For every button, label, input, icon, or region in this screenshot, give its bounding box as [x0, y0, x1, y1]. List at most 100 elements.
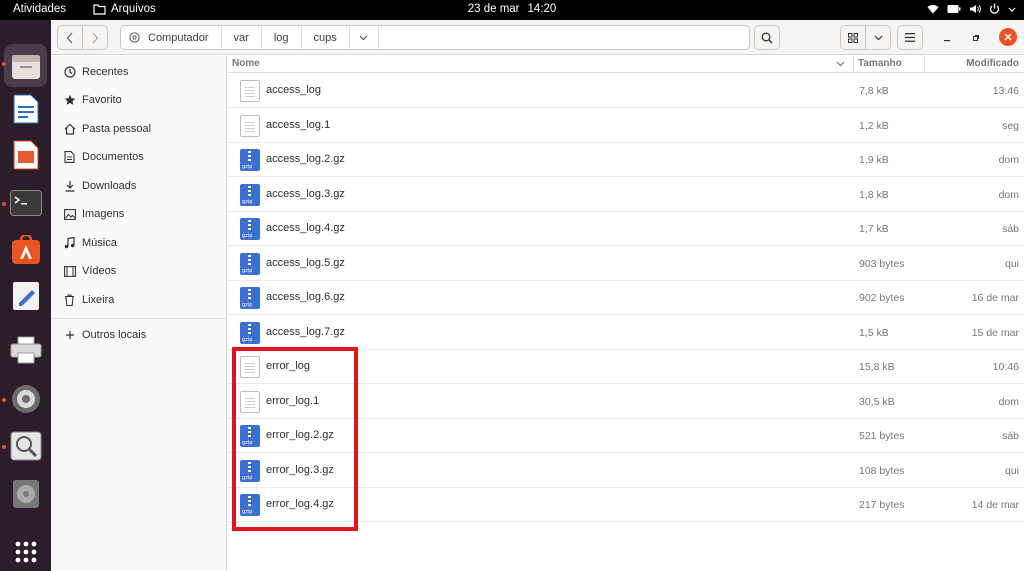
settings-icon[interactable]: [8, 381, 43, 416]
sidebar-item-documentos[interactable]: Documentos: [51, 143, 227, 171]
music-icon: [63, 237, 76, 250]
clock[interactable]: 23 de mar 14:20: [0, 3, 1024, 15]
file-row[interactable]: access_log.2.gz 1,9 kB dom: [228, 143, 1024, 177]
close-icon: [1004, 33, 1012, 41]
power-icon: [989, 3, 1000, 17]
sidebar-item-recentes[interactable]: Recentes: [51, 58, 227, 86]
file-modified: 15 de mar: [971, 326, 1019, 339]
file-name: error_log.4.gz: [266, 498, 334, 510]
file-row[interactable]: access_log.5.gz 903 bytes qui: [228, 247, 1024, 281]
image-icon: [63, 208, 76, 221]
file-size: 902 bytes: [859, 292, 905, 304]
file-row[interactable]: access_log.6.gz 902 bytes 16 de mar: [228, 281, 1024, 315]
file-row[interactable]: access_log.4.gz 1,7 kB sáb: [228, 212, 1024, 246]
disc-icon[interactable]: [8, 476, 43, 511]
column-header-name[interactable]: Nome: [232, 58, 260, 69]
file-size: 30,5 kB: [859, 395, 895, 408]
sidebar-item-outros-locais[interactable]: Outros locais: [51, 321, 227, 349]
menu-button[interactable]: [897, 25, 923, 50]
sidebar-item-musica[interactable]: Música: [51, 229, 227, 257]
path-bar: Computador var log cups: [120, 25, 750, 50]
column-header-size[interactable]: Tamanho: [858, 58, 902, 69]
view-toggle-button[interactable]: [840, 25, 866, 50]
search-button[interactable]: [754, 25, 780, 50]
file-row[interactable]: access_log.3.gz 1,8 kB dom: [228, 178, 1024, 212]
file-row[interactable]: access_log.7.gz 1,5 kB 15 de mar: [228, 316, 1024, 350]
file-name: access_log: [266, 84, 322, 96]
sidebar-item-imagens[interactable]: Imagens: [51, 200, 227, 228]
file-modified: dom: [998, 188, 1019, 201]
file-row[interactable]: access_log 7,8 kB 13:46: [228, 74, 1024, 108]
maximize-button[interactable]: [968, 30, 984, 46]
file-modified: 16 de mar: [971, 292, 1019, 304]
sidebar-item-favorito[interactable]: Favorito: [51, 86, 227, 114]
app-grid-icon[interactable]: [8, 534, 43, 569]
writer-icon[interactable]: [8, 91, 43, 126]
file-row[interactable]: error_log.4.gz 217 bytes 14 de mar: [228, 488, 1024, 522]
files-icon[interactable]: [8, 48, 43, 83]
running-indicator: [2, 398, 6, 402]
dock: [0, 20, 51, 571]
path-menu-button[interactable]: [348, 26, 379, 49]
back-button[interactable]: [57, 25, 83, 50]
file-size: 521 bytes: [859, 430, 905, 442]
sidebar-item-label: Lixeira: [82, 294, 115, 306]
minimize-button[interactable]: [939, 30, 955, 46]
file-size: 1,8 kB: [859, 188, 889, 201]
file-modified: 14 de mar: [971, 499, 1019, 511]
crumb-cups[interactable]: cups: [302, 26, 349, 49]
home-icon: [63, 123, 76, 136]
crumb-computador[interactable]: Computador: [121, 26, 222, 49]
software-store-icon[interactable]: [8, 232, 43, 267]
restore-icon: [973, 35, 979, 41]
forward-button[interactable]: [82, 25, 108, 50]
document-icon: [63, 151, 76, 164]
file-row[interactable]: error_log 15,8 kB 10:46: [228, 350, 1024, 384]
text-file-icon: [240, 356, 260, 378]
image-viewer-icon[interactable]: [8, 428, 43, 463]
column-header-modified[interactable]: Modificado: [966, 58, 1019, 69]
list-header: Nome Tamanho Modificado: [228, 56, 1024, 73]
sidebar-item-label: Imagens: [82, 208, 125, 220]
sidebar-item-pasta-pessoal[interactable]: Pasta pessoal: [51, 115, 227, 143]
crumb-log[interactable]: log: [262, 26, 302, 49]
close-button[interactable]: [999, 28, 1017, 46]
text-editor-icon[interactable]: [8, 278, 43, 313]
view-options-button[interactable]: [865, 25, 891, 50]
sidebar-item-lixeira[interactable]: Lixeira: [51, 286, 227, 314]
file-modified: qui: [1004, 464, 1019, 477]
printer-icon[interactable]: [8, 332, 43, 367]
sidebar-item-label: Pasta pessoal: [82, 123, 152, 135]
file-name: access_log.1: [266, 118, 331, 131]
sidebar-item-label: Música: [82, 237, 117, 249]
file-size: 108 bytes: [859, 464, 905, 477]
file-list: Nome Tamanho Modificado access_log 7,8 kB…: [228, 56, 1024, 571]
text-file-icon: [240, 80, 260, 102]
running-indicator: [2, 62, 6, 66]
file-size: 1,2 kB: [859, 119, 889, 132]
gzip-archive-icon: [240, 183, 260, 206]
file-size: 217 bytes: [859, 499, 905, 511]
chevron-down-icon: [874, 35, 882, 40]
video-icon: [63, 265, 76, 278]
impress-icon[interactable]: [8, 137, 43, 172]
sidebar-item-label: Recentes: [82, 66, 129, 78]
terminal-icon[interactable]: [8, 185, 43, 220]
sidebar-item-videos[interactable]: Vídeos: [51, 257, 227, 285]
file-row[interactable]: error_log.1 30,5 kB dom: [228, 385, 1024, 419]
top-bar: Atividades Arquivos 23 de mar 14:20: [0, 0, 1024, 20]
text-file-icon: [240, 114, 260, 137]
crumb-var[interactable]: var: [222, 26, 262, 49]
file-name: error_log.2.gz: [266, 429, 334, 441]
file-row[interactable]: error_log.3.gz 108 bytes qui: [228, 454, 1024, 488]
sidebar-item-downloads[interactable]: Downloads: [51, 172, 227, 200]
file-row[interactable]: access_log.1 1,2 kB seg: [228, 109, 1024, 143]
system-tray[interactable]: [927, 2, 1016, 18]
file-row[interactable]: error_log.2.gz 521 bytes sáb: [228, 419, 1024, 453]
crumb-label: cups: [313, 31, 337, 44]
file-modified: sáb: [1002, 430, 1019, 442]
file-name: access_log.7.gz: [266, 325, 345, 338]
file-name: error_log.1: [266, 394, 320, 407]
search-icon: [761, 32, 773, 43]
sidebar-item-label: Outros locais: [82, 329, 147, 341]
